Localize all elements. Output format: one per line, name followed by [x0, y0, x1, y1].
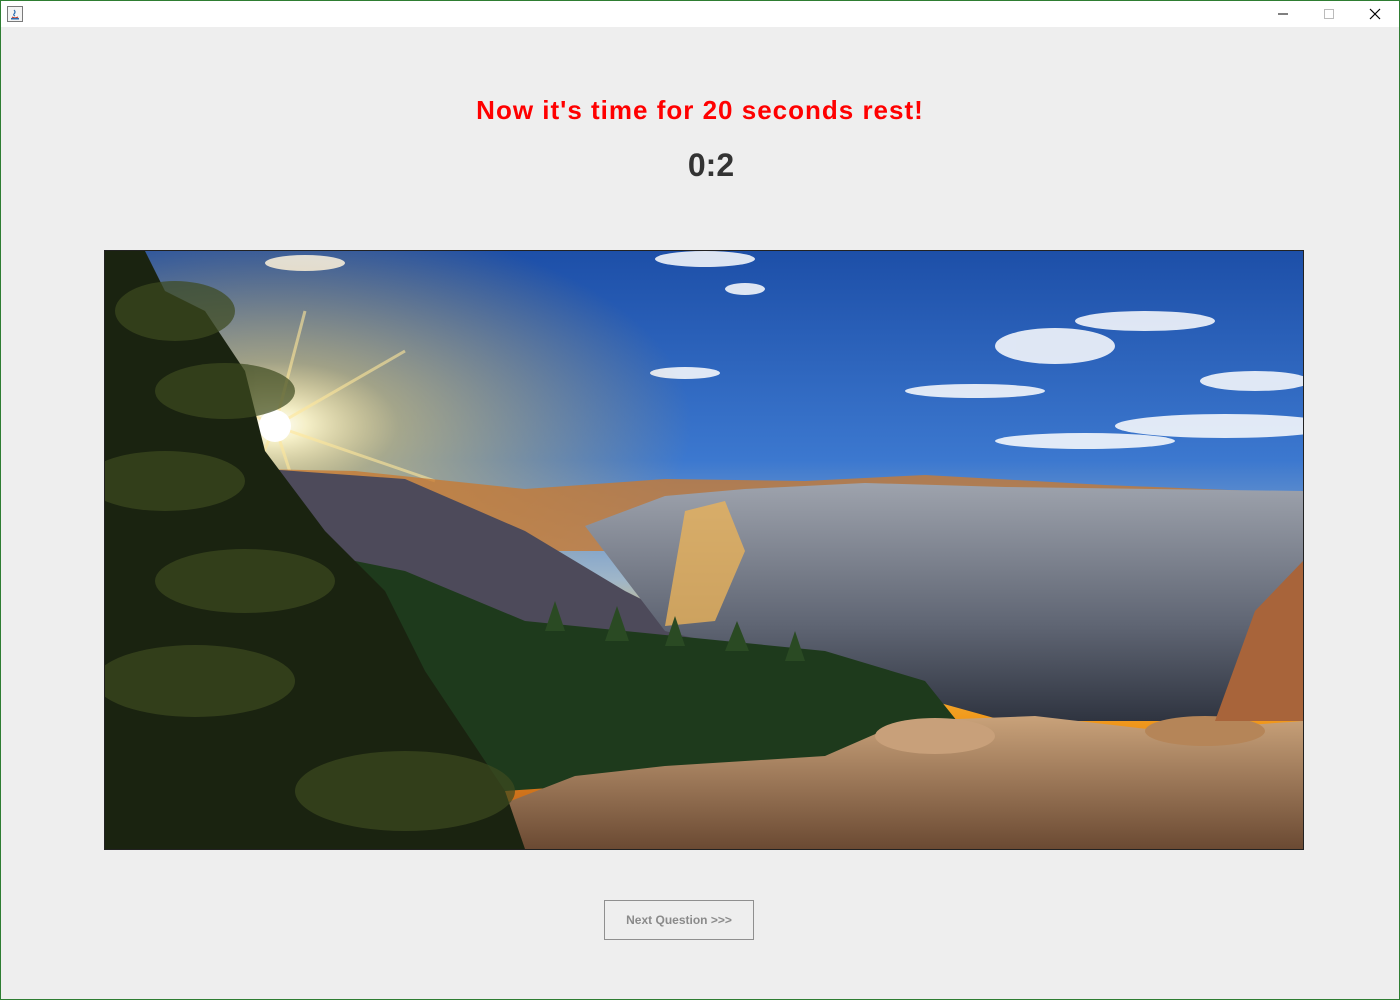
close-button[interactable]	[1352, 1, 1398, 27]
maximize-button[interactable]	[1306, 1, 1352, 27]
app-window: Now it's time for 20 seconds rest! 0:2 N…	[0, 0, 1400, 1000]
rest-headline: Now it's time for 20 seconds rest!	[476, 95, 924, 125]
minimize-icon	[1278, 13, 1288, 15]
close-icon	[1369, 8, 1381, 20]
java-app-icon	[7, 6, 23, 22]
sunset-landscape-image	[104, 250, 1304, 850]
maximize-icon	[1324, 9, 1334, 19]
next-question-button[interactable]: Next Question >>>	[604, 900, 754, 940]
title-bar[interactable]	[1, 1, 1399, 27]
countdown-timer: 0:2	[687, 147, 735, 183]
minimize-button[interactable]	[1260, 1, 1306, 27]
